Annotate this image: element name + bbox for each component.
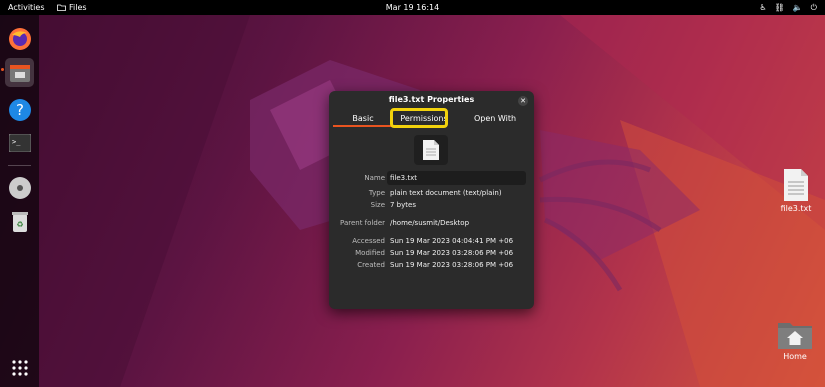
permissions-highlight <box>390 108 448 128</box>
modified-label: Modified <box>355 249 385 257</box>
text-file-icon <box>423 140 439 160</box>
tab-basic[interactable]: Basic <box>333 111 393 127</box>
name-value[interactable]: file3.txt <box>390 174 417 182</box>
created-value: Sun 19 Mar 2023 03:28:06 PM +06 <box>390 261 514 269</box>
tab-open-with[interactable]: Open With <box>459 111 531 127</box>
accessibility-icon[interactable]: ♿ <box>759 0 766 15</box>
svg-text:♻: ♻ <box>16 220 23 229</box>
desktop-home[interactable]: Home <box>775 320 815 361</box>
dialog-title: file3.txt Properties <box>388 95 475 104</box>
parent-folder-label: Parent folder <box>340 219 385 227</box>
files-icon[interactable] <box>5 58 34 87</box>
desktop-file[interactable]: file3.txt <box>775 168 817 213</box>
desktop-home-label: Home <box>783 352 807 361</box>
firefox-icon[interactable] <box>5 24 34 53</box>
trash-icon[interactable]: ♻ <box>5 207 34 236</box>
close-icon[interactable]: ✕ <box>518 96 528 106</box>
modified-value: Sun 19 Mar 2023 03:28:06 PM +06 <box>390 249 514 257</box>
volume-icon[interactable]: 🔈 <box>793 0 803 15</box>
dock: ? >_ ♻ <box>0 15 39 387</box>
terminal-icon[interactable]: >_ <box>5 128 34 157</box>
file-icon-button[interactable] <box>414 135 448 165</box>
size-label: Size <box>370 201 385 209</box>
system-tray[interactable]: ♿ ⛓ 🔈 ⏻ <box>759 0 817 15</box>
network-icon[interactable]: ⛓ <box>775 0 785 15</box>
desktop-file-label: file3.txt <box>780 204 812 213</box>
type-value: plain text document (text/plain) <box>390 189 502 197</box>
accessed-label: Accessed <box>352 237 385 245</box>
parent-folder-value[interactable]: /home/susmit/Desktop <box>390 219 469 227</box>
help-icon[interactable]: ? <box>5 95 34 124</box>
svg-text:>_: >_ <box>12 138 21 146</box>
accessed-value: Sun 19 Mar 2023 04:04:41 PM +06 <box>390 237 514 245</box>
power-icon[interactable]: ⏻ <box>811 0 817 15</box>
text-file-icon <box>784 169 808 201</box>
created-label: Created <box>357 261 385 269</box>
clock[interactable]: Mar 19 16:14 <box>0 0 825 15</box>
name-label: Name <box>364 174 385 182</box>
size-value: 7 bytes <box>390 201 416 209</box>
show-apps-icon[interactable] <box>5 353 34 382</box>
optical-drive-icon[interactable] <box>5 173 34 202</box>
type-label: Type <box>368 189 385 197</box>
home-folder-icon <box>778 323 812 349</box>
svg-text:?: ? <box>16 101 24 119</box>
top-bar: Activities Files Mar 19 16:14 ♿ ⛓ 🔈 ⏻ <box>0 0 825 15</box>
